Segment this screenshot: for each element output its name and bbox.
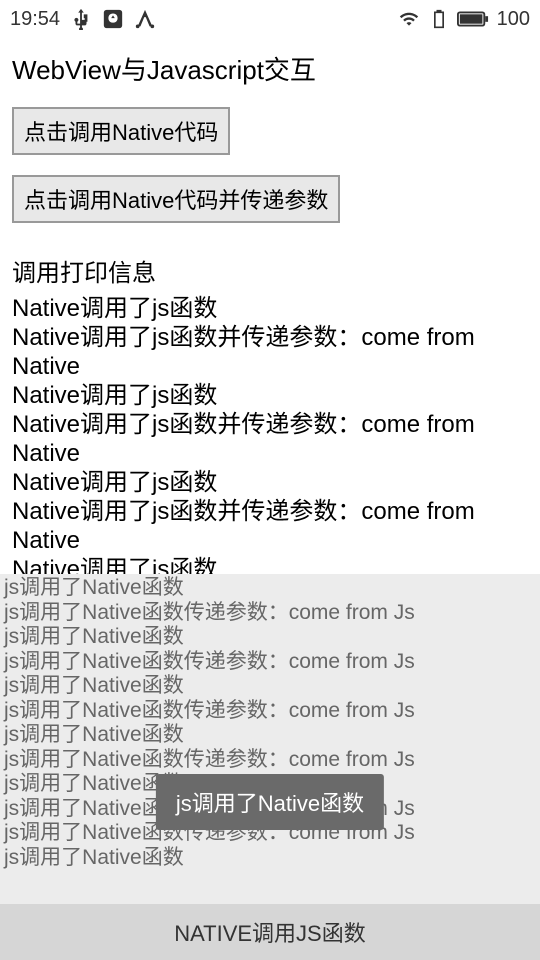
- page-title: WebView与Javascript交互: [12, 50, 528, 87]
- log-line: Native调用了js函数: [12, 294, 528, 323]
- app-icon: [102, 8, 124, 30]
- usb-icon: [70, 8, 92, 30]
- lower-log-area: js调用了Native函数js调用了Native函数传递参数：come from…: [0, 574, 540, 904]
- log-line: js调用了Native函数: [4, 846, 536, 871]
- log-line: js调用了Native函数: [4, 723, 536, 748]
- log-line: js调用了Native函数: [4, 625, 536, 650]
- log-line: js调用了Native函数: [4, 674, 536, 699]
- log-line: js调用了Native函数传递参数：come from Js: [4, 650, 536, 675]
- webview-content: WebView与Javascript交互 点击调用Native代码 点击调用Na…: [0, 38, 540, 625]
- log-line: Native调用了js函数并传递参数：come from Native: [12, 323, 528, 381]
- battery-percent: 100: [497, 8, 530, 31]
- log-line: js调用了Native函数传递参数：come from Js: [4, 748, 536, 773]
- call-native-with-args-button[interactable]: 点击调用Native代码并传递参数: [12, 175, 340, 223]
- log-line: Native调用了js函数并传递参数：come from Native: [12, 410, 528, 468]
- wifi-icon: [397, 9, 421, 29]
- status-time: 19:54: [10, 8, 60, 31]
- log-line: Native调用了js函数: [12, 468, 528, 497]
- upper-log-area: Native调用了js函数Native调用了js函数并传递参数：come fro…: [12, 294, 528, 613]
- native-call-js-button[interactable]: NATIVE调用JS函数: [0, 904, 540, 960]
- log-line: Native调用了js函数并传递参数：come from Native: [12, 497, 528, 555]
- status-bar: 19:54 100: [0, 0, 540, 38]
- log-line: js调用了Native函数传递参数：come from Js: [4, 699, 536, 724]
- log-line: js调用了Native函数传递参数：come from Js: [4, 601, 536, 626]
- call-native-button[interactable]: 点击调用Native代码: [12, 107, 230, 155]
- toast-message: js调用了Native函数: [156, 774, 384, 830]
- log-section-title: 调用打印信息: [12, 253, 528, 288]
- battery-outline-icon: [429, 7, 449, 31]
- log-line: Native调用了js函数: [12, 381, 528, 410]
- battery-icon: [457, 9, 489, 29]
- log-line: js调用了Native函数: [4, 576, 536, 601]
- share-icon: [134, 8, 156, 30]
